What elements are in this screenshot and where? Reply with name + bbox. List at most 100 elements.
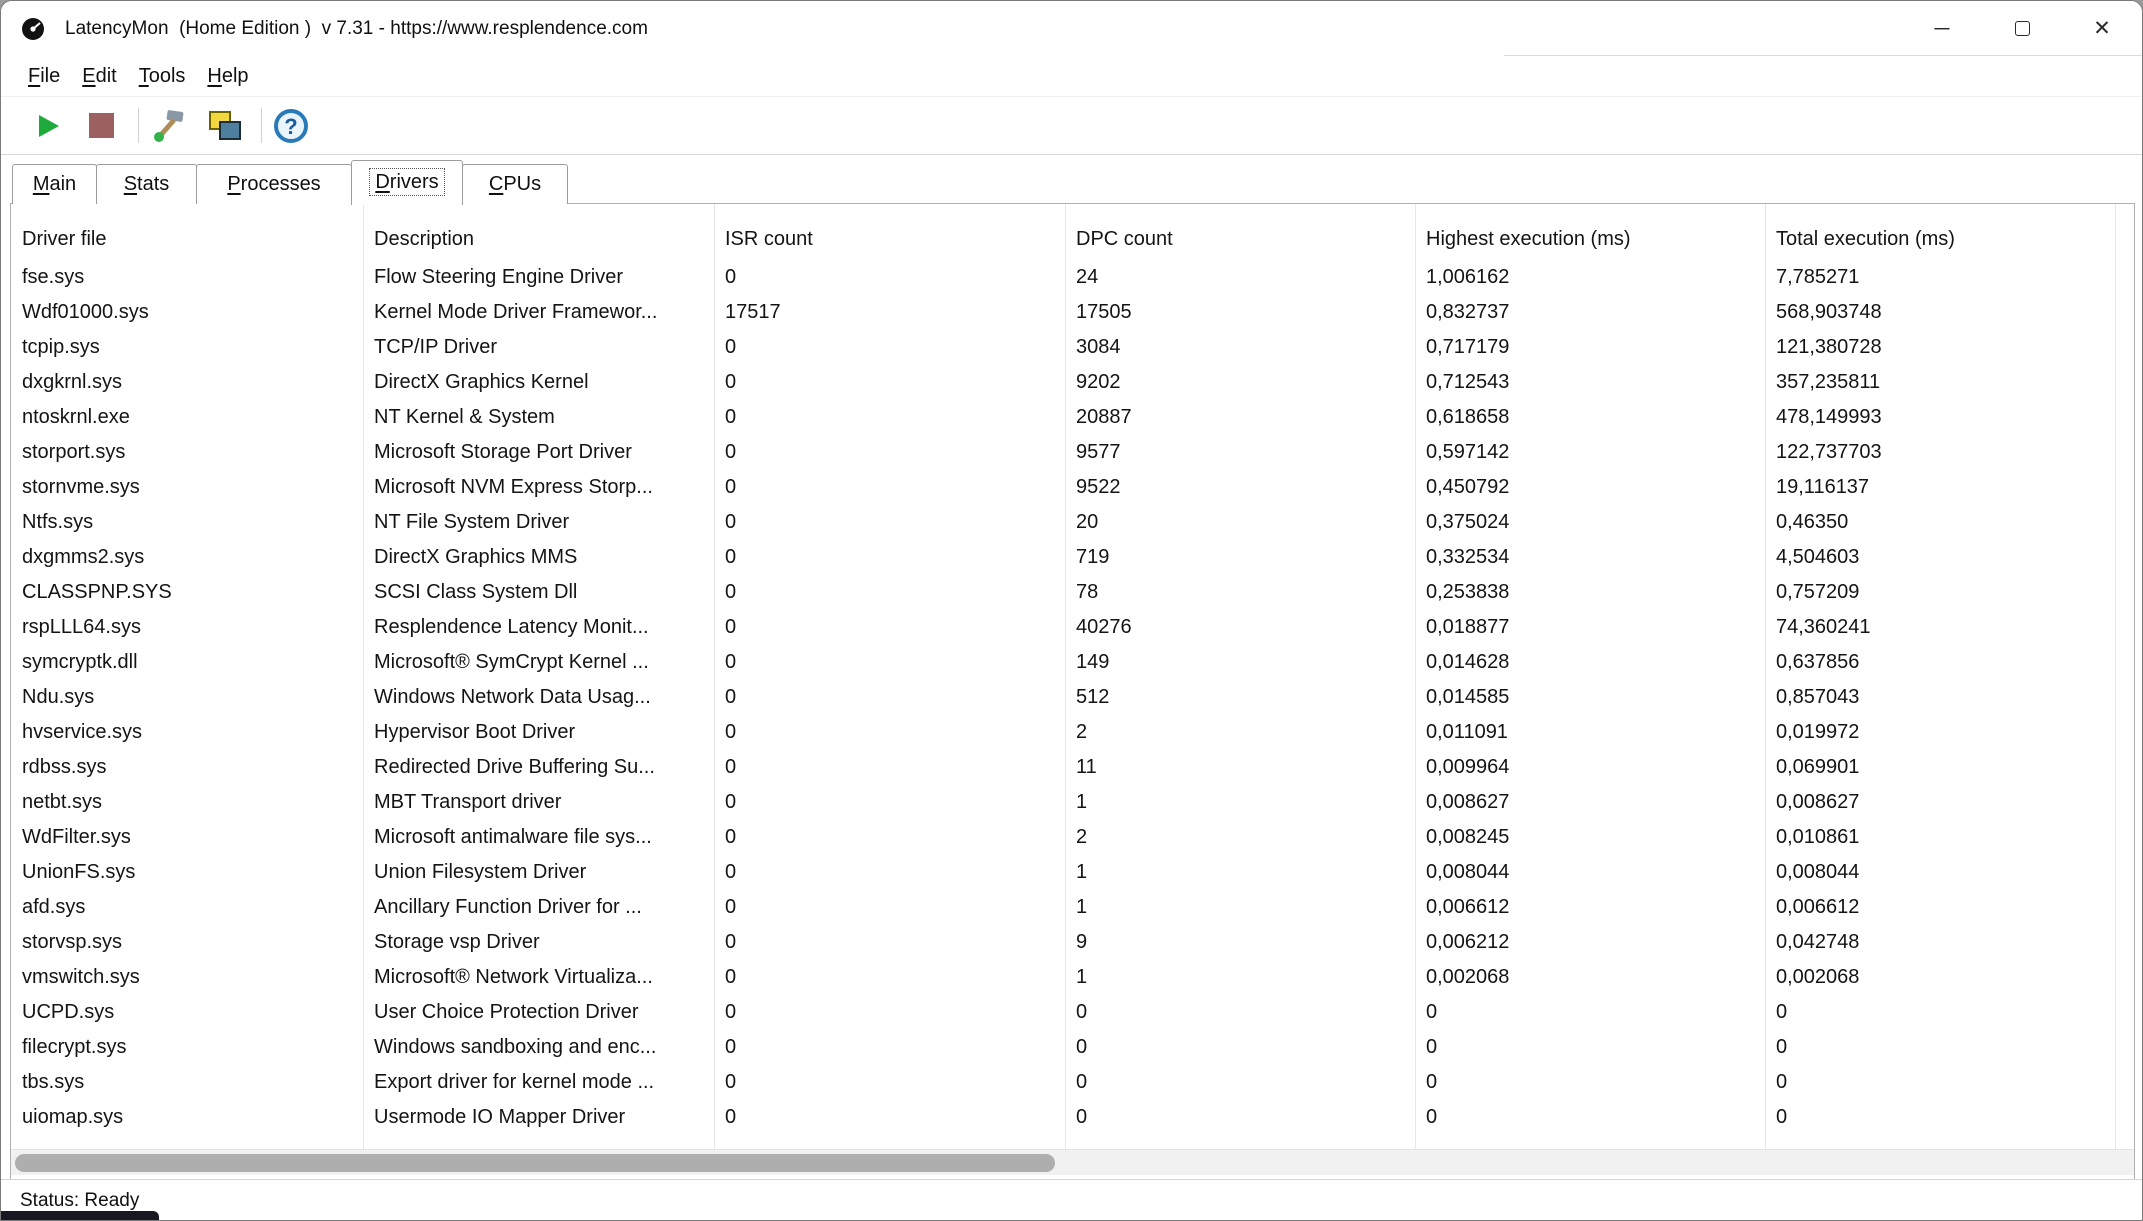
- table-cell: Windows sandboxing and enc...: [363, 1030, 714, 1065]
- tab-main[interactable]: Main: [12, 164, 97, 204]
- table-cell: 478,149993: [1765, 400, 2115, 435]
- table-row[interactable]: stornvme.sysMicrosoft NVM Express Storp.…: [11, 470, 2134, 505]
- table-cell: 0: [714, 925, 1065, 960]
- table-cell: 0,011091: [1415, 715, 1765, 750]
- table-row[interactable]: afd.sysAncillary Function Driver for ...…: [11, 890, 2134, 925]
- table-cell: 9577: [1065, 435, 1415, 470]
- table-row[interactable]: fse.sysFlow Steering Engine Driver0241,0…: [11, 260, 2134, 295]
- table-cell: 0: [714, 1030, 1065, 1065]
- tab-processes[interactable]: Processes: [196, 164, 352, 204]
- close-button[interactable]: ✕: [2062, 1, 2142, 56]
- table-cell: netbt.sys: [11, 785, 363, 820]
- column-header-isr-count[interactable]: ISR count: [714, 204, 1065, 260]
- table-cell: 20: [1065, 505, 1415, 540]
- table-row[interactable]: storvsp.sysStorage vsp Driver090,0062120…: [11, 925, 2134, 960]
- table-cell: Usermode IO Mapper Driver: [363, 1100, 714, 1135]
- table-cell: 0,006212: [1415, 925, 1765, 960]
- table-body: fse.sysFlow Steering Engine Driver0241,0…: [11, 260, 2134, 1135]
- stacked-windows-button[interactable]: [203, 97, 247, 154]
- table-cell: 17517: [714, 295, 1065, 330]
- table-row[interactable]: tbs.sysExport driver for kernel mode ...…: [11, 1065, 2134, 1100]
- tab-stats[interactable]: Stats: [96, 164, 197, 204]
- horizontal-scrollbar[interactable]: [11, 1149, 2134, 1175]
- table-row[interactable]: hvservice.sysHypervisor Boot Driver020,0…: [11, 715, 2134, 750]
- table-row[interactable]: Wdf01000.sysKernel Mode Driver Framewor.…: [11, 295, 2134, 330]
- table-cell: 0,375024: [1415, 505, 1765, 540]
- table-cell: 9202: [1065, 365, 1415, 400]
- table-row[interactable]: vmswitch.sysMicrosoft® Network Virtualiz…: [11, 960, 2134, 995]
- toolbar-separator: [261, 108, 262, 143]
- table-row[interactable]: Ndu.sysWindows Network Data Usag...05120…: [11, 680, 2134, 715]
- column-header-driver-file[interactable]: Driver file: [11, 204, 363, 260]
- table-cell: 0,253838: [1415, 575, 1765, 610]
- table-cell: 11: [1065, 750, 1415, 785]
- table-row[interactable]: tcpip.sysTCP/IP Driver030840,717179121,3…: [11, 330, 2134, 365]
- table-row[interactable]: UCPD.sysUser Choice Protection Driver000…: [11, 995, 2134, 1030]
- table-cell: 0,857043: [1765, 680, 2115, 715]
- table-row[interactable]: filecrypt.sysWindows sandboxing and enc.…: [11, 1030, 2134, 1065]
- table-row[interactable]: dxgkrnl.sysDirectX Graphics Kernel092020…: [11, 365, 2134, 400]
- table-cell: Export driver for kernel mode ...: [363, 1065, 714, 1100]
- table-cell: 0,757209: [1765, 575, 2115, 610]
- table-row[interactable]: rdbss.sysRedirected Drive Buffering Su..…: [11, 750, 2134, 785]
- tab-drivers[interactable]: Drivers: [351, 160, 463, 205]
- options-button[interactable]: [147, 97, 191, 154]
- stop-icon: [89, 113, 114, 138]
- table-cell: SCSI Class System Dll: [363, 575, 714, 610]
- window-controls: ─ ✕: [1902, 1, 2142, 56]
- latencymon-gauge-icon: [20, 16, 46, 42]
- help-button[interactable]: ?: [269, 97, 313, 154]
- table-cell: 19,116137: [1765, 470, 2115, 505]
- stop-monitor-button[interactable]: [81, 97, 121, 154]
- table-cell: 1,006162: [1415, 260, 1765, 295]
- start-monitor-button[interactable]: [25, 97, 69, 154]
- table-row[interactable]: rspLLL64.sysResplendence Latency Monit..…: [11, 610, 2134, 645]
- menu-tools[interactable]: Tools: [128, 56, 197, 96]
- table-cell: 0,717179: [1415, 330, 1765, 365]
- menu-help[interactable]: Help: [196, 56, 259, 96]
- play-icon: [32, 111, 62, 141]
- table-row[interactable]: CLASSPNP.SYSSCSI Class System Dll0780,25…: [11, 575, 2134, 610]
- table-row[interactable]: netbt.sysMBT Transport driver010,0086270…: [11, 785, 2134, 820]
- table-cell: 0: [714, 610, 1065, 645]
- table-row[interactable]: storport.sysMicrosoft Storage Port Drive…: [11, 435, 2134, 470]
- table-cell: rspLLL64.sys: [11, 610, 363, 645]
- table-cell: Microsoft antimalware file sys...: [363, 820, 714, 855]
- table-row[interactable]: symcryptk.dllMicrosoft® SymCrypt Kernel …: [11, 645, 2134, 680]
- menu-edit[interactable]: Edit: [71, 56, 127, 96]
- tab-cpus[interactable]: CPUs: [462, 164, 568, 204]
- minimize-button[interactable]: ─: [1902, 1, 1982, 56]
- table-cell: 0: [714, 400, 1065, 435]
- maximize-button[interactable]: [1982, 1, 2062, 56]
- table-cell: 0: [714, 855, 1065, 890]
- table-cell: DirectX Graphics MMS: [363, 540, 714, 575]
- table-cell: Kernel Mode Driver Framewor...: [363, 295, 714, 330]
- table-row[interactable]: uiomap.sysUsermode IO Mapper Driver0000: [11, 1100, 2134, 1135]
- table-row[interactable]: WdFilter.sysMicrosoft antimalware file s…: [11, 820, 2134, 855]
- tab-stats-label: Stats: [124, 173, 170, 195]
- table-cell: 0,008627: [1415, 785, 1765, 820]
- table-header: Driver file Description ISR count DPC co…: [11, 204, 2134, 260]
- table-row[interactable]: UnionFS.sysUnion Filesystem Driver010,00…: [11, 855, 2134, 890]
- table-cell: 0: [714, 645, 1065, 680]
- toolbar: ?: [1, 97, 2142, 155]
- table-cell: CLASSPNP.SYS: [11, 575, 363, 610]
- table-row[interactable]: ntoskrnl.exeNT Kernel & System0208870,61…: [11, 400, 2134, 435]
- column-header-highest-execution[interactable]: Highest execution (ms): [1415, 204, 1765, 260]
- tab-strip: Main Stats Processes Drivers CPUs: [1, 155, 2142, 204]
- table-row[interactable]: Ntfs.sysNT File System Driver0200,375024…: [11, 505, 2134, 540]
- table-cell: 0: [714, 1065, 1065, 1100]
- table-cell: 0: [1415, 995, 1765, 1030]
- table-cell: Windows Network Data Usag...: [363, 680, 714, 715]
- menu-file[interactable]: File: [17, 56, 71, 96]
- column-header-total-execution[interactable]: Total execution (ms): [1765, 204, 2115, 260]
- table-cell: 0: [714, 435, 1065, 470]
- tab-focus-rect: Drivers: [369, 168, 444, 196]
- scrollbar-thumb[interactable]: [15, 1154, 1055, 1172]
- column-header-dpc-count[interactable]: DPC count: [1065, 204, 1415, 260]
- table-cell: 0: [714, 750, 1065, 785]
- column-header-description[interactable]: Description: [363, 204, 714, 260]
- table-row[interactable]: dxgmms2.sysDirectX Graphics MMS07190,332…: [11, 540, 2134, 575]
- table-cell: symcryptk.dll: [11, 645, 363, 680]
- tab-main-label: Main: [33, 173, 76, 195]
